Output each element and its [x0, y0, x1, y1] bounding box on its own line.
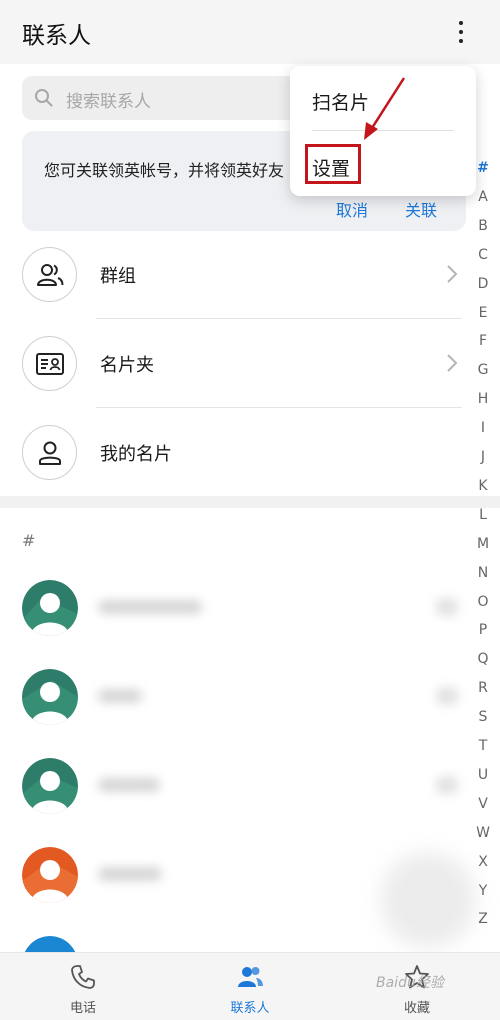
person-icon [22, 425, 77, 480]
alphabet-index-letter[interactable]: T [472, 738, 494, 754]
menu-item-scan-card[interactable]: 扫名片 [312, 88, 369, 115]
card-holder-icon [22, 336, 77, 391]
alphabet-index-letter[interactable]: V [472, 796, 494, 812]
banner-link-button[interactable]: 关联 [405, 197, 437, 221]
contact-index-blurred [436, 687, 458, 705]
alphabet-index-letter[interactable]: P [472, 622, 494, 638]
group-icon [22, 247, 77, 302]
chevron-right-icon [447, 265, 458, 283]
alphabet-index-letter[interactable]: F [472, 333, 494, 349]
search-icon [35, 89, 53, 107]
divider [312, 130, 454, 131]
contact-name-blurred [98, 867, 162, 881]
alphabet-index-letter[interactable]: E [472, 305, 494, 321]
floating-button-blurred[interactable] [380, 852, 476, 948]
alphabet-index-letter[interactable]: I [472, 420, 494, 436]
page-title: 联系人 [22, 23, 91, 49]
highlight-box [305, 144, 361, 184]
alphabet-index-letter[interactable]: N [472, 565, 494, 581]
alphabet-index-letter[interactable]: S [472, 709, 494, 725]
avatar [22, 936, 78, 952]
alphabet-index-letter[interactable]: U [472, 767, 494, 783]
avatar [22, 580, 78, 636]
card-holder-row[interactable]: 名片夹 [0, 319, 470, 408]
avatar [22, 669, 78, 725]
alphabet-index-letter[interactable]: D [472, 276, 494, 292]
contacts-content[interactable]: 搜索联系人 您可关联领英帐号，并将领英好友 取消 关联 群组 名片夹 我的名片 … [0, 64, 500, 952]
alphabet-index-letter[interactable]: B [472, 218, 494, 234]
contact-index-blurred [436, 598, 458, 616]
alphabet-index-letter[interactable]: M [472, 536, 494, 552]
alphabet-index-letter[interactable]: H [472, 391, 494, 407]
tab-contacts[interactable]: 联系人 [167, 953, 333, 1020]
contact-item[interactable] [0, 564, 470, 654]
card-holder-label: 名片夹 [100, 355, 154, 376]
alphabet-index-letter[interactable]: A [472, 189, 494, 205]
section-header: # [22, 531, 36, 550]
alphabet-index-letter[interactable]: X [472, 854, 494, 870]
alphabet-index-letter[interactable]: Y [472, 883, 494, 899]
avatar [22, 758, 78, 814]
alphabet-index-letter[interactable]: R [472, 680, 494, 696]
contact-name-blurred [98, 689, 142, 703]
contacts-icon [238, 967, 263, 987]
alphabet-index-letter[interactable]: K [472, 478, 494, 494]
app-bar: 联系人 [0, 0, 500, 64]
watermark: Baidu经验 [376, 975, 444, 991]
contact-name-blurred [98, 600, 202, 614]
avatar [22, 847, 78, 903]
tab-favorites-label: 收藏 [403, 1001, 430, 1016]
contact-item[interactable] [0, 653, 470, 743]
groups-row[interactable]: 群组 [0, 230, 470, 319]
tab-phone[interactable]: 电话 [0, 953, 166, 1020]
contact-name-blurred [98, 778, 160, 792]
alphabet-index-letter[interactable]: C [472, 247, 494, 263]
alphabet-index-letter[interactable]: L [472, 507, 494, 523]
alphabet-index-letter[interactable]: Z [472, 911, 494, 927]
contact-index-blurred [436, 776, 458, 794]
search-placeholder: 搜索联系人 [66, 92, 151, 112]
section-divider [0, 496, 500, 508]
groups-label: 群组 [100, 266, 136, 287]
alphabet-index-letter[interactable]: G [472, 362, 494, 378]
alphabet-index-letter[interactable]: W [472, 825, 494, 841]
alphabet-index-letter[interactable]: J [472, 449, 494, 465]
contact-item[interactable] [0, 742, 470, 832]
my-card-row[interactable]: 我的名片 [0, 408, 470, 497]
banner-text: 您可关联领英帐号，并将领英好友 [44, 161, 285, 180]
more-options-icon[interactable] [446, 14, 476, 50]
phone-icon [71, 965, 95, 989]
alphabet-index[interactable]: # A B C D E F G H I J K L M N O P Q R S T U V W X Y Z [472, 160, 494, 932]
tab-phone-label: 电话 [69, 1001, 96, 1016]
alphabet-index-letter[interactable]: O [472, 594, 494, 610]
alphabet-index-letter[interactable]: Q [472, 651, 494, 667]
chevron-right-icon [447, 354, 458, 372]
my-card-label: 我的名片 [100, 444, 172, 465]
tab-contacts-label: 联系人 [230, 1001, 270, 1016]
banner-cancel-button[interactable]: 取消 [336, 197, 368, 221]
